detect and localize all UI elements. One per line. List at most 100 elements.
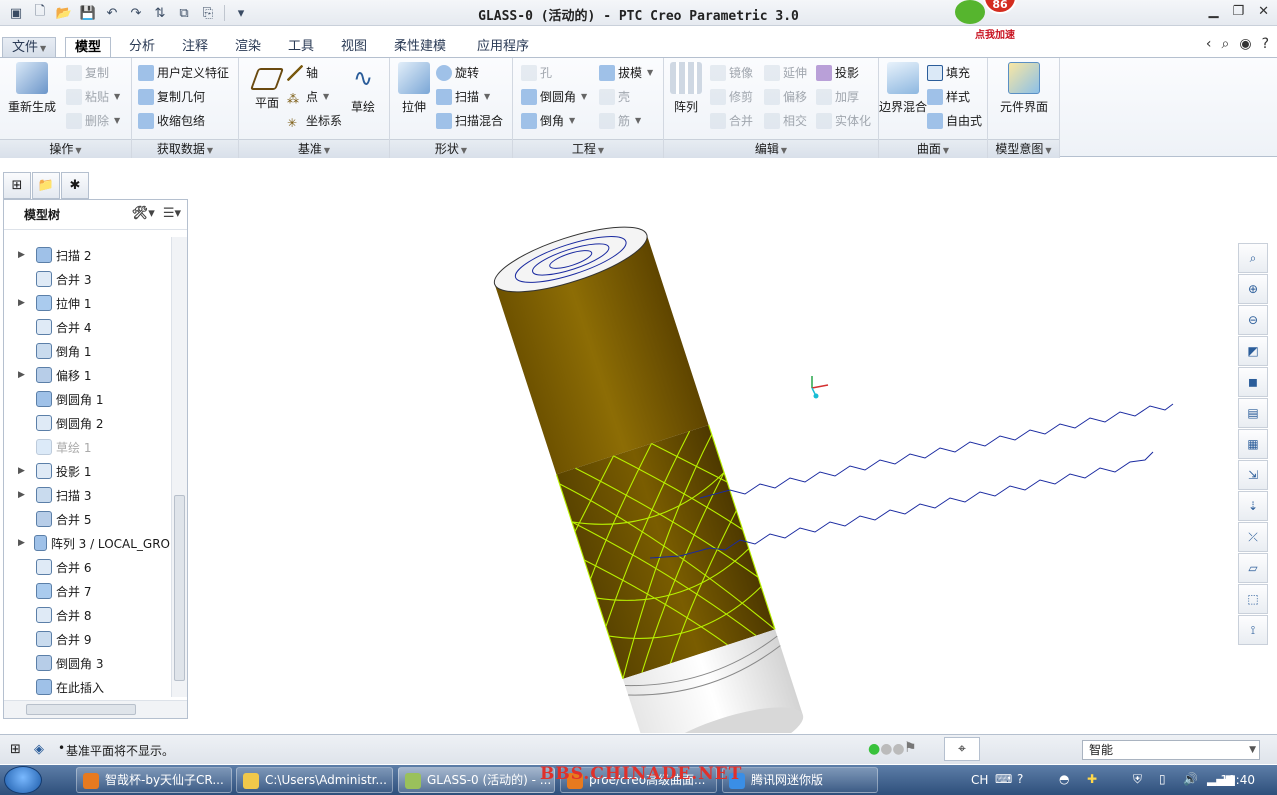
tab-annotate[interactable]: 注释 — [173, 37, 217, 58]
display-style-icon[interactable]: ◼ — [1238, 367, 1268, 397]
tree-item[interactable]: 合并 8 — [4, 603, 170, 627]
extend-button[interactable]: 延伸 — [764, 63, 807, 83]
tree-vertical-scrollbar[interactable] — [171, 237, 187, 697]
tree-horizontal-scrollbar[interactable] — [4, 700, 187, 718]
volume-icon[interactable]: 🔊 — [1183, 772, 1198, 786]
tab-applications[interactable]: 应用程序 — [468, 37, 538, 58]
expand-arrow-icon[interactable]: ▶ — [18, 538, 28, 548]
boundary-blend-button[interactable]: 边界混合 — [877, 62, 929, 115]
collapse-ribbon-icon[interactable]: ‹ — [1206, 36, 1212, 52]
offset-button[interactable]: 偏移 — [764, 87, 807, 107]
annotation-display-icon[interactable]: ⇣ — [1238, 491, 1268, 521]
intersect-button[interactable]: 相交 — [764, 111, 807, 131]
zoom-in-icon[interactable]: ⊕ — [1238, 274, 1268, 304]
axis-display-icon[interactable]: ⤫ — [1238, 522, 1268, 552]
copy-button[interactable]: 复制 — [66, 63, 109, 83]
security-icon[interactable]: ✚ — [1087, 772, 1097, 786]
sketch-button[interactable]: ∿ 草绘 — [337, 62, 389, 115]
model-tree-tab-icon[interactable]: ⊞ — [3, 172, 31, 199]
tab-tools[interactable]: 工具 — [279, 37, 323, 58]
group-label-editing[interactable]: 编辑 ▼ — [664, 139, 878, 158]
find-icon[interactable]: ⌖ — [944, 737, 980, 761]
tree-item[interactable]: 合并 5 — [4, 507, 170, 531]
saved-orientations-icon[interactable]: ▤ — [1238, 398, 1268, 428]
tab-analysis[interactable]: 分析 — [120, 37, 164, 58]
tree-item[interactable]: 倒圆角 3 — [4, 651, 170, 675]
delete-button[interactable]: 删除 ▼ — [66, 111, 120, 131]
help-icon[interactable]: ? — [1262, 36, 1269, 52]
solidify-button[interactable]: 实体化 — [816, 111, 871, 131]
style-button[interactable]: 样式 — [927, 87, 970, 107]
minimize-icon[interactable]: ▁ — [1208, 4, 1218, 19]
csys-display-icon[interactable]: ⟟ — [1238, 615, 1268, 645]
mirror-button[interactable]: 镜像 — [710, 63, 753, 83]
group-label-shapes[interactable]: 形状 ▼ — [390, 139, 512, 158]
input-language[interactable]: CH — [971, 773, 988, 787]
group-label-datum[interactable]: 基准 ▼ — [239, 139, 389, 158]
taskbar-item[interactable]: C:\Users\Administr... — [236, 767, 393, 793]
taskbar-item[interactable]: 智哉杯-by天仙子CR... — [76, 767, 232, 793]
scroll-thumb[interactable] — [26, 704, 136, 715]
shrinkwrap-button[interactable]: 收缩包络 — [138, 111, 205, 131]
udf-button[interactable]: 用户定义特征 — [138, 63, 229, 83]
rib-button[interactable]: 筋 ▼ — [599, 111, 641, 131]
expand-arrow-icon[interactable]: ▶ — [18, 490, 30, 500]
group-label-model-intent[interactable]: 模型意图 ▼ — [988, 139, 1059, 158]
taskbar-item[interactable]: GLASS-0 (活动的) - ... — [398, 767, 555, 793]
fill-button[interactable]: 填充 — [927, 63, 970, 83]
project-button[interactable]: 投影 — [816, 63, 859, 83]
draft-button[interactable]: 拔模 ▼ — [599, 63, 653, 83]
extrude-button[interactable]: 拉伸 — [388, 62, 440, 115]
tree-item[interactable]: ▶ 扫描 2 — [4, 243, 170, 267]
search-icon[interactable]: ⌕ — [1222, 36, 1230, 52]
plane-display-icon[interactable]: ▱ — [1238, 553, 1268, 583]
repaint-icon[interactable]: ◩ — [1238, 336, 1268, 366]
tree-show-icon[interactable]: ☰▾ — [163, 206, 181, 221]
folder-browser-tab-icon[interactable]: 📁 — [32, 172, 60, 199]
group-label-operations[interactable]: 操作 ▼ — [0, 139, 131, 158]
hole-button[interactable]: 孔 — [521, 63, 552, 83]
swept-blend-button[interactable]: 扫描混合 — [436, 111, 503, 131]
selection-filter-select[interactable]: 智能 ▼ — [1082, 740, 1260, 760]
tree-item[interactable]: 在此插入 — [4, 675, 170, 697]
favorites-tab-icon[interactable]: ✱ — [61, 172, 89, 199]
axis-button[interactable]: 轴 — [287, 63, 318, 83]
tree-item[interactable]: ▶ 投影 1 — [4, 459, 170, 483]
expand-arrow-icon[interactable]: ▶ — [18, 298, 30, 308]
battery-icon[interactable]: ▯ — [1159, 772, 1166, 786]
help-icon[interactable]: ? — [1017, 772, 1023, 786]
expand-arrow-icon[interactable]: ▶ — [18, 250, 30, 260]
tree-settings-icon[interactable]: 🛠▾ — [132, 206, 155, 221]
community-icon[interactable]: ◉ — [1239, 36, 1251, 52]
group-label-engineering[interactable]: 工程 ▼ — [513, 139, 663, 158]
view-manager-icon[interactable]: ▦ — [1238, 429, 1268, 459]
tree-item[interactable]: ▶ 扫描 3 — [4, 483, 170, 507]
plane-button[interactable]: 平面 — [241, 62, 293, 111]
browser-toggle-icon[interactable]: ◈ — [34, 742, 44, 757]
shell-button[interactable]: 壳 — [599, 87, 630, 107]
sweep-button[interactable]: 扫描 ▼ — [436, 87, 490, 107]
tree-item[interactable]: ▶ 阵列 3 / LOCAL_GRO — [4, 531, 170, 555]
round-button[interactable]: 倒圆角 ▼ — [521, 87, 587, 107]
tree-item[interactable]: 倒角 1 — [4, 339, 170, 363]
scroll-thumb[interactable] — [174, 495, 185, 681]
restore-icon[interactable]: ❐ — [1232, 4, 1244, 19]
component-interface-button[interactable]: 元件界面 — [998, 62, 1050, 115]
trim-button[interactable]: 修剪 — [710, 87, 753, 107]
revolve-button[interactable]: 旋转 — [436, 63, 479, 83]
keyboard-icon[interactable]: ⌨ — [995, 772, 1012, 786]
expand-arrow-icon[interactable]: ▶ — [18, 466, 30, 476]
group-label-surfaces[interactable]: 曲面 ▼ — [879, 139, 987, 158]
tab-flexible-modeling[interactable]: 柔性建模 — [385, 37, 455, 58]
tab-render[interactable]: 渲染 — [226, 37, 270, 58]
freestyle-button[interactable]: 自由式 — [927, 111, 982, 131]
refit-icon[interactable]: ⌕ — [1238, 243, 1268, 273]
tab-model[interactable]: 模型 — [65, 37, 112, 58]
group-label-get-data[interactable]: 获取数据 ▼ — [132, 139, 238, 158]
chamfer-button[interactable]: 倒角 ▼ — [521, 111, 575, 131]
tree-item[interactable]: ▶ 偏移 1 — [4, 363, 170, 387]
pattern-button[interactable]: 阵列 — [660, 62, 712, 115]
tree-item[interactable]: 合并 7 — [4, 579, 170, 603]
graphics-window[interactable] — [190, 158, 1235, 773]
csys-button[interactable]: ✳ 坐标系 — [287, 111, 342, 131]
